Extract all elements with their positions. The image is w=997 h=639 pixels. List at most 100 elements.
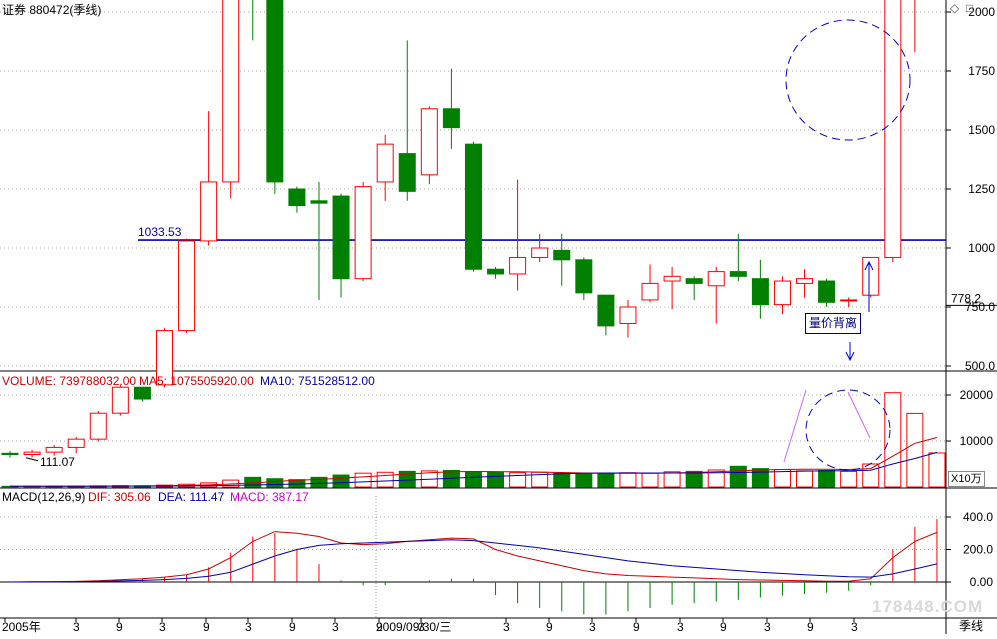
- candle-body-down: [575, 259, 593, 294]
- volume-bar-up: [376, 471, 394, 488]
- macd-dea-line: [9, 539, 938, 583]
- candle-body-down: [818, 280, 836, 303]
- volume-panel: [1, 392, 946, 488]
- volume-bar-down: [332, 474, 350, 488]
- volume-bar-up: [619, 472, 637, 488]
- candle-body-down: [332, 195, 350, 280]
- macd-panel: [0, 519, 946, 615]
- x-tick-label: 3: [245, 620, 252, 634]
- macd-dea-label: DEA: 111.47: [158, 490, 225, 504]
- volume-bar-down: [266, 478, 284, 488]
- volume-ma10-label: MA10: 751528512.00: [260, 374, 375, 388]
- square-icon[interactable]: □: [966, 1, 973, 15]
- macd-tick-label: 400.0: [963, 510, 993, 524]
- x-tick-label: 3: [764, 620, 771, 634]
- level-line-label: 1033.53: [138, 225, 182, 239]
- candle-body-up: [840, 299, 858, 302]
- candle-body-down: [751, 278, 769, 306]
- candle-body-down: [1, 452, 19, 456]
- candle-body-up: [200, 181, 218, 242]
- candle-body-up: [222, 0, 240, 183]
- x-tick-label: 9: [289, 620, 296, 634]
- volume-tick-label: 10000: [960, 434, 994, 448]
- volume-bar-down: [553, 472, 571, 488]
- x-tick-label: 9: [633, 620, 640, 634]
- volume-bar-up: [663, 471, 681, 488]
- x-tick-label: 9: [116, 620, 123, 634]
- candle-body-down: [288, 188, 306, 207]
- candle-body-down: [464, 143, 482, 270]
- candle-body-up: [420, 108, 438, 176]
- low-marker-label: 111.07: [40, 455, 75, 469]
- x-tick-label: 3: [73, 620, 80, 634]
- volume-value-label: VOLUME: 739788032.00: [2, 374, 137, 388]
- candle-body-down: [442, 108, 460, 129]
- candle-body-down: [266, 0, 284, 183]
- volume-bar-down: [685, 470, 703, 488]
- security-title: 证券 880472(季线): [2, 3, 102, 17]
- volume-ma5-label: MA5: 1075505920.00: [139, 374, 254, 388]
- volume-tick-label: 20000: [960, 388, 994, 402]
- volume-bar-up: [928, 452, 946, 488]
- candle-body-up: [884, 0, 902, 258]
- x-tick-label: 3: [503, 620, 510, 634]
- volume-bar-down: [751, 468, 769, 488]
- diamond-icon[interactable]: ◇: [950, 1, 959, 15]
- candle-body-down: [487, 268, 505, 275]
- x-tick-label: 9: [203, 620, 210, 634]
- volume-bar-up: [862, 463, 880, 488]
- candle-body-up: [707, 271, 725, 287]
- volume-bar-up: [796, 470, 814, 488]
- macd-value-label: MACD: 387.17: [230, 490, 309, 504]
- x-tick-label: 3: [332, 620, 339, 634]
- volume-unit-label: X10万: [948, 471, 985, 487]
- candle-body-up: [641, 282, 659, 301]
- macd-tick-label: 200.0: [963, 543, 993, 557]
- volume-bar-down: [464, 471, 482, 488]
- watermark: 178448.COM: [872, 597, 984, 616]
- price-tick-label: 1500: [968, 123, 995, 137]
- candle-body-up: [619, 306, 637, 325]
- volume-bar-up: [354, 472, 372, 488]
- macd-tick-label: 0.00: [970, 575, 994, 589]
- current-price-label: 778.2: [951, 291, 981, 305]
- price-tick-label: 1750: [968, 64, 995, 78]
- macd-title-label: MACD(12,26,9): [2, 490, 86, 504]
- volume-bar-down: [818, 469, 836, 488]
- volume-bar-down: [487, 471, 505, 488]
- x-tick-label: 3: [159, 620, 166, 634]
- price-tick-label: 1000: [968, 241, 995, 255]
- candle-body-down: [685, 278, 703, 284]
- candle-body-down: [398, 153, 416, 192]
- volume-bar-down: [597, 473, 615, 488]
- period-label: 季线: [959, 619, 984, 633]
- x-tick-label: 3: [589, 620, 596, 634]
- price-tick-label: 500.0: [965, 359, 995, 373]
- volume-bar-up: [641, 472, 659, 488]
- volume-bar-up: [906, 412, 924, 488]
- volume-bar-down: [729, 465, 747, 488]
- x-tick-label: 3: [677, 620, 684, 634]
- macd-dif-label: DIF: 305.06: [88, 490, 151, 504]
- x-tick-label: 2009/09/30/三: [376, 620, 451, 634]
- candle-body-down: [553, 249, 571, 261]
- low-marker-arrow: [25, 457, 39, 462]
- divergence-callout: 量价背离: [805, 313, 862, 334]
- candle-body-up: [509, 256, 527, 275]
- candle-body-up: [111, 386, 129, 414]
- x-tick-label: 2005年: [2, 620, 41, 634]
- x-tick-label: 9: [546, 620, 553, 634]
- candle-body-up: [354, 186, 372, 280]
- candle-body-up: [531, 247, 549, 258]
- candle-body-up: [796, 278, 814, 284]
- price-tick-label: 1250: [968, 182, 995, 196]
- candle-body-up: [178, 240, 196, 332]
- candle-body-up: [45, 446, 63, 453]
- volume-trend-arrow-up: [783, 389, 807, 463]
- candle-body-down: [133, 386, 151, 400]
- x-tick-label: 9: [720, 620, 727, 634]
- x-tick-label: 3: [851, 620, 858, 634]
- candle-body-down: [310, 200, 328, 204]
- volume-bar-up: [840, 470, 858, 488]
- volume-bar-up: [884, 392, 902, 488]
